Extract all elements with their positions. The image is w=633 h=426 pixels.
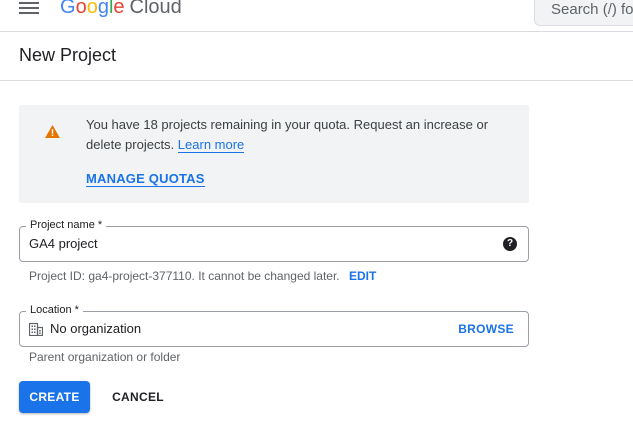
project-name-field[interactable]: Project name * GA4 project ?: [19, 219, 529, 262]
logo-product-name: Cloud: [129, 0, 182, 18]
project-id-hint: Project ID: ga4-project-377110. It canno…: [29, 269, 376, 283]
location-hint: Parent organization or folder: [29, 350, 181, 364]
header-divider: [0, 80, 633, 81]
project-name-label: Project name *: [26, 219, 107, 231]
building-icon: [29, 322, 43, 336]
browse-button[interactable]: BROWSE: [458, 322, 514, 336]
logo-letter: o: [75, 0, 87, 18]
learn-more-link[interactable]: Learn more: [177, 137, 245, 153]
logo-letter: o: [86, 0, 98, 18]
cancel-button[interactable]: CANCEL: [102, 381, 174, 413]
page-title: New Project: [19, 45, 117, 65]
top-bar: GoogleCloud Search (/) for resources: [0, 0, 633, 32]
manage-quotas-link[interactable]: MANAGE QUOTAS: [86, 171, 205, 187]
help-icon[interactable]: ?: [503, 237, 517, 251]
logo-letter: G: [60, 0, 76, 18]
google-cloud-logo[interactable]: Google Cloud: [60, 0, 182, 19]
search-placeholder: Search (/) for resources: [551, 1, 633, 18]
edit-project-id-button[interactable]: EDIT: [349, 269, 376, 283]
logo-letter: e: [113, 0, 125, 18]
location-value: No organization: [50, 321, 142, 336]
location-label: Location *: [26, 304, 83, 316]
hamburger-menu-icon[interactable]: [19, 0, 39, 16]
project-id-text: Project ID: ga4-project-377110. It canno…: [29, 269, 340, 283]
project-name-input[interactable]: GA4 project: [29, 236, 98, 251]
quota-message: You have 18 projects remaining in your q…: [86, 115, 506, 155]
quota-message-text: You have 18 projects remaining in your q…: [86, 117, 489, 152]
search-input[interactable]: Search (/) for resources: [534, 0, 633, 26]
logo-letter: g: [97, 0, 109, 18]
location-field[interactable]: Location * No organization BROWSE: [19, 304, 529, 347]
create-button[interactable]: CREATE: [19, 381, 90, 413]
warning-icon: [45, 125, 60, 138]
quota-notice: You have 18 projects remaining in your q…: [19, 105, 529, 203]
